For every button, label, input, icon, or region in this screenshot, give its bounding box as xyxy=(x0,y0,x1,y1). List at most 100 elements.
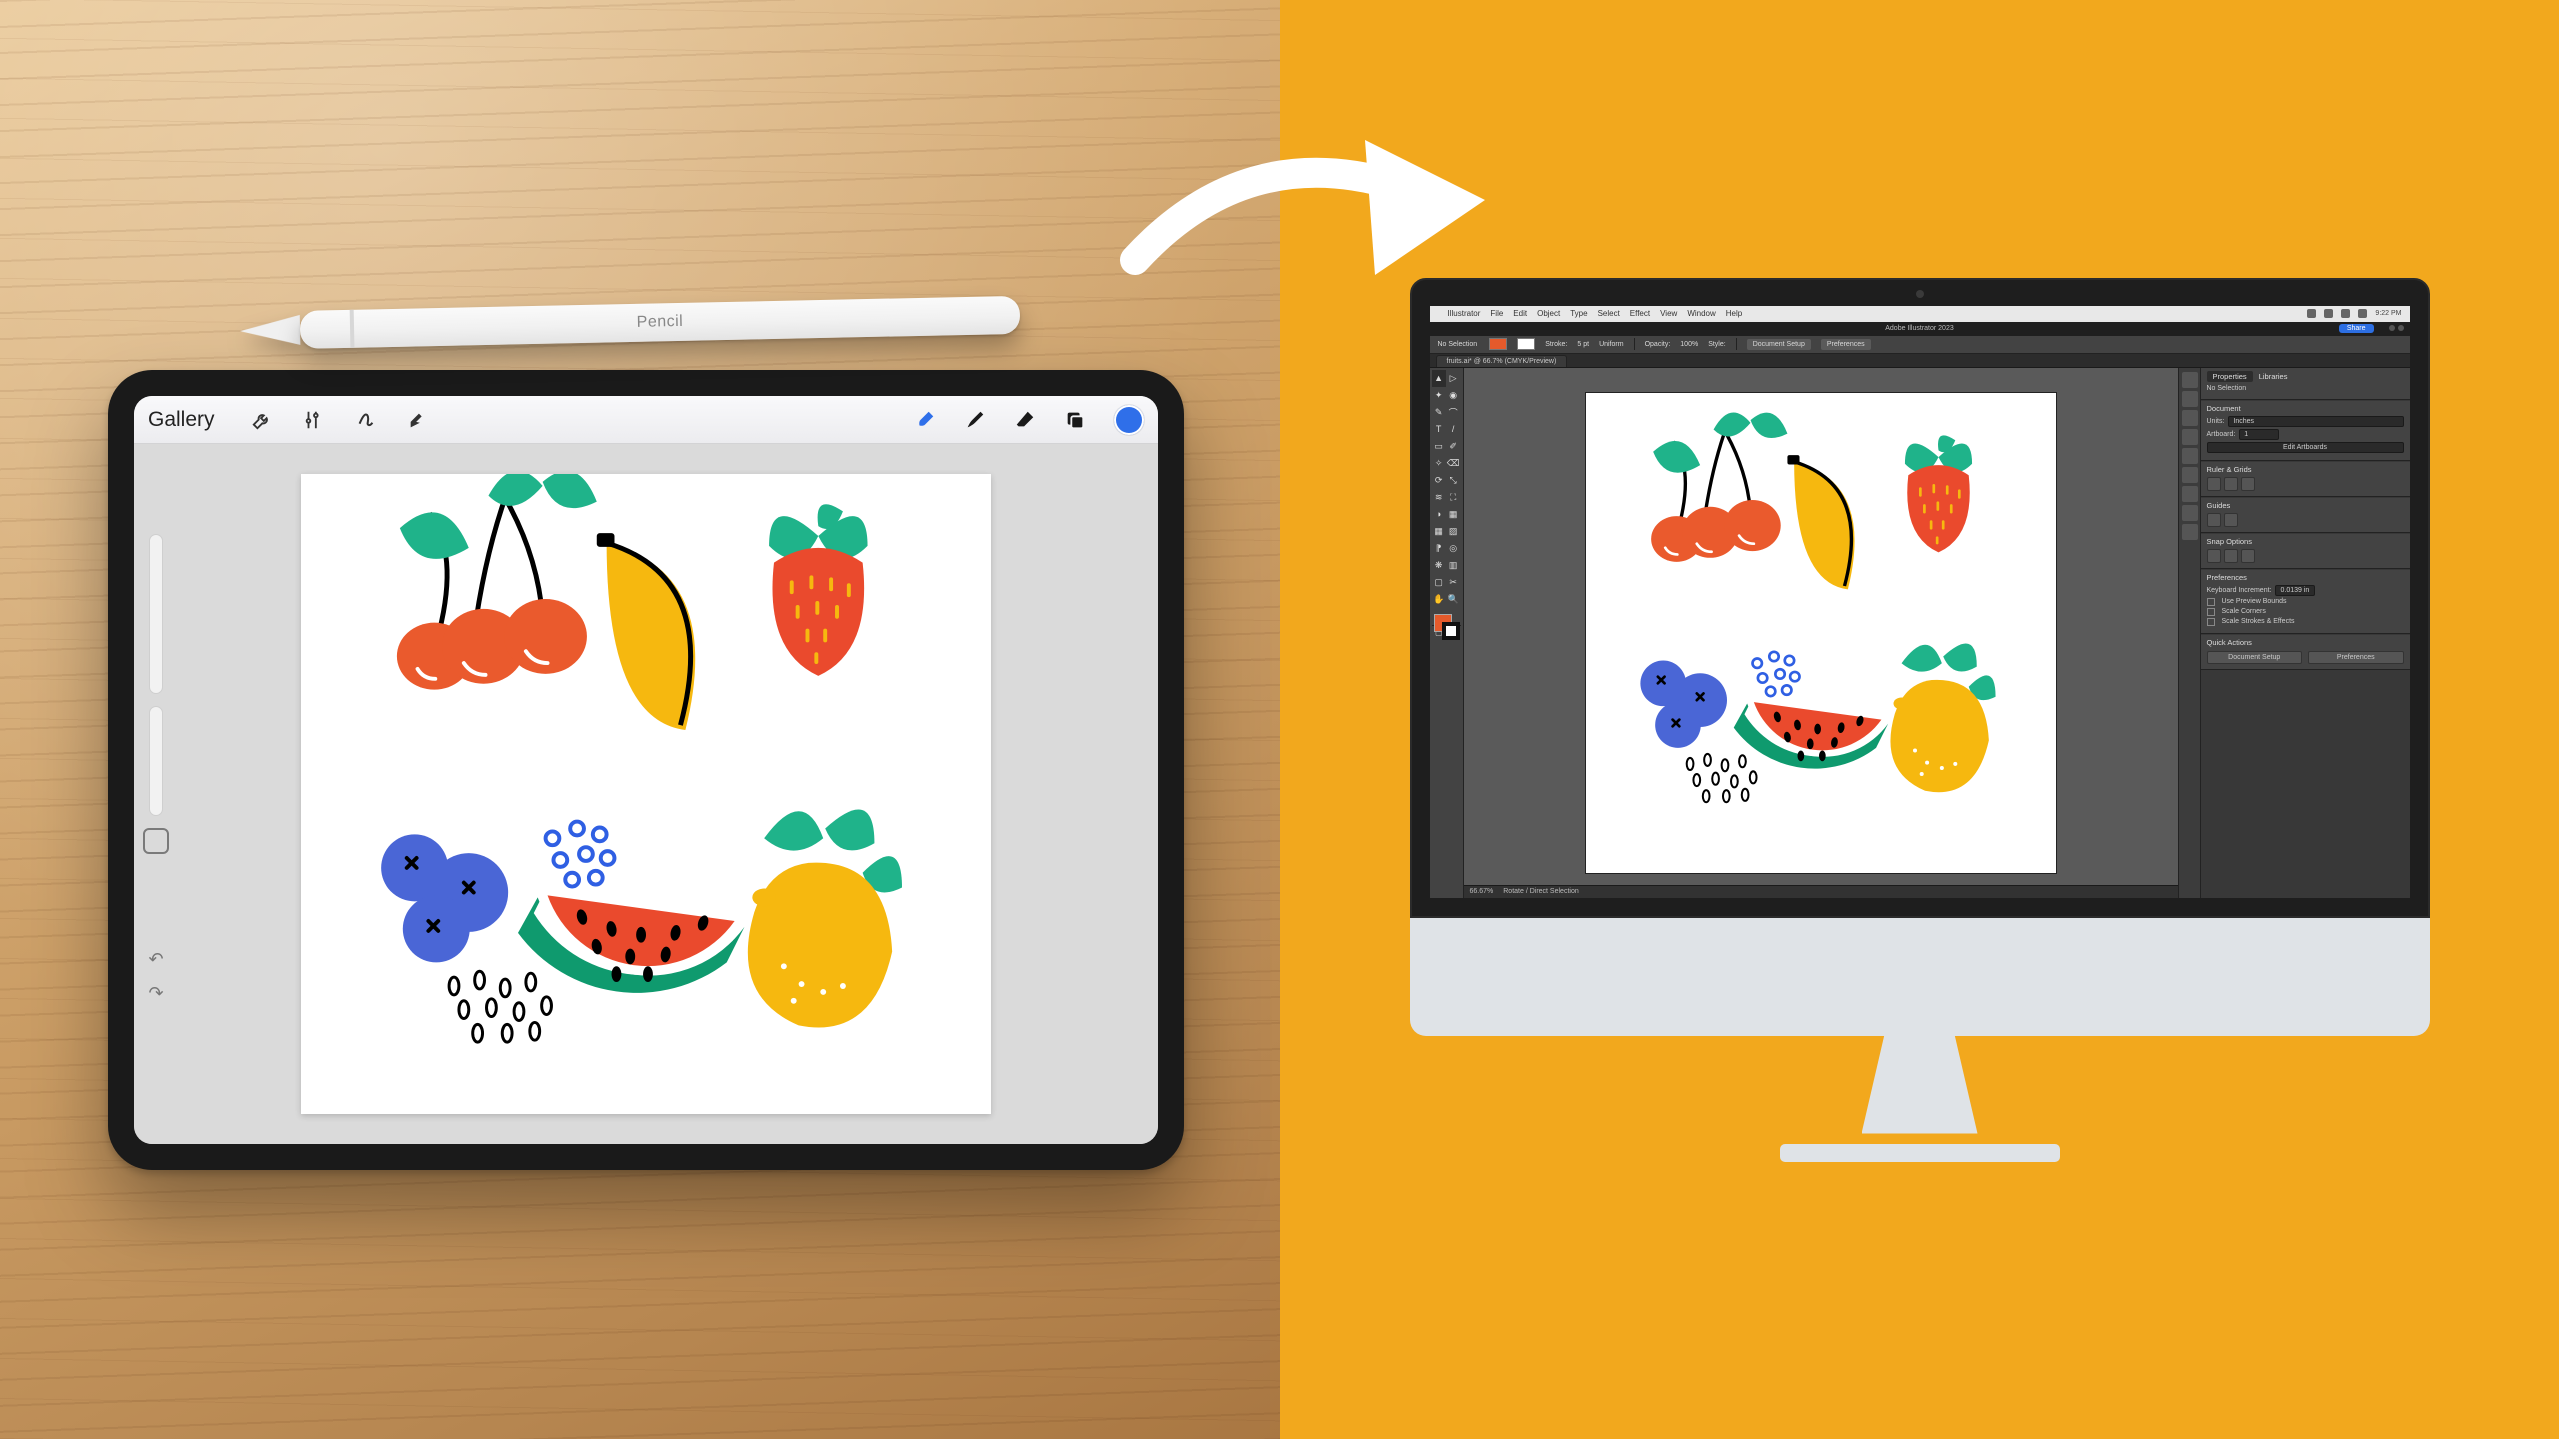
color-picker-dot[interactable] xyxy=(1114,405,1144,435)
eraser-icon[interactable] xyxy=(1014,409,1036,431)
properties-panel[interactable]: Properties Libraries No Selection xyxy=(2201,368,2410,400)
preferences-button[interactable]: Preferences xyxy=(1821,339,1871,350)
artboard-tool-icon[interactable]: ▢ xyxy=(1432,574,1446,591)
hand-tool-icon[interactable]: ✋ xyxy=(1432,591,1446,608)
procreate-canvas[interactable] xyxy=(301,474,991,1114)
brush-opacity-slider[interactable] xyxy=(149,706,163,816)
edit-artboards-button[interactable]: Edit Artboards xyxy=(2207,442,2404,453)
menu-item[interactable]: Help xyxy=(1726,309,1742,318)
redo-icon[interactable]: ↷ xyxy=(145,982,167,1004)
magic-wand-icon[interactable]: ✦ xyxy=(1432,387,1446,404)
menu-item[interactable]: Object xyxy=(1537,309,1560,318)
gradient-panel-icon[interactable] xyxy=(2182,467,2198,483)
swatches-panel-icon[interactable] xyxy=(2182,391,2198,407)
curvature-tool-icon[interactable]: ⌒ xyxy=(1446,404,1461,421)
stroke-profile[interactable]: Uniform xyxy=(1599,341,1624,348)
pen-tool-icon[interactable]: ✎ xyxy=(1432,404,1446,421)
stroke-weight-field[interactable]: 5 pt xyxy=(1577,341,1589,348)
keyboard-inc-field[interactable]: 0.0139 in xyxy=(2275,585,2315,596)
rotate-tool-icon[interactable]: ⟳ xyxy=(1432,472,1446,489)
preferences-button[interactable]: Preferences xyxy=(2308,651,2404,664)
brush-size-slider[interactable] xyxy=(149,534,163,694)
procreate-workspace[interactable]: ↶ ↷ xyxy=(134,444,1158,1144)
selection-icon[interactable] xyxy=(355,409,377,431)
brushes-panel-icon[interactable] xyxy=(2182,410,2198,426)
menu-item[interactable]: Effect xyxy=(1630,309,1650,318)
menu-item[interactable]: Select xyxy=(1598,309,1620,318)
document-tab[interactable]: fruits.ai* @ 66.7% (CMYK/Preview) xyxy=(1436,355,1568,367)
snap-pixel-icon[interactable] xyxy=(2207,549,2221,563)
scale-tool-icon[interactable]: ⤡ xyxy=(1446,472,1461,489)
width-tool-icon[interactable]: ≋ xyxy=(1432,489,1446,506)
graph-tool-icon[interactable]: ▥ xyxy=(1446,557,1461,574)
shape-builder-icon[interactable]: ◑ xyxy=(1432,506,1446,523)
checkbox[interactable] xyxy=(2207,618,2215,626)
pref-option[interactable]: Scale Strokes & Effects xyxy=(2222,618,2295,625)
adjustments-icon[interactable] xyxy=(303,409,325,431)
menu-item[interactable]: Window xyxy=(1687,309,1715,318)
slice-tool-icon[interactable]: ✂ xyxy=(1446,574,1461,591)
artboard-field[interactable]: 1 xyxy=(2239,429,2279,440)
libraries-tab[interactable]: Libraries xyxy=(2259,372,2288,381)
units-field[interactable]: Inches xyxy=(2228,416,2403,427)
show-guides-icon[interactable] xyxy=(2207,513,2221,527)
perspective-icon[interactable]: ▦ xyxy=(1446,506,1461,523)
checkbox[interactable] xyxy=(2207,608,2215,616)
workspace-icon[interactable] xyxy=(2398,325,2404,331)
gradient-tool-icon[interactable]: ▨ xyxy=(1446,523,1461,540)
snap-grid-icon[interactable] xyxy=(2241,549,2255,563)
menu-item[interactable]: Illustrator xyxy=(1448,309,1481,318)
direct-selection-tool-icon[interactable]: ▷ xyxy=(1446,370,1461,387)
transform-icon[interactable] xyxy=(407,409,429,431)
stroke-swatch[interactable] xyxy=(1517,338,1535,350)
layers-icon[interactable] xyxy=(1064,409,1086,431)
share-button[interactable]: Share xyxy=(2339,324,2374,333)
tools-panel[interactable]: ▲ ▷ ✦ ◉ ✎ ⌒ T / ▭ ✐ ✧ ⌫ ⟳ ⤡ ≋ xyxy=(1430,368,1464,898)
zoom-tool-icon[interactable]: 🔍 xyxy=(1446,591,1461,608)
brush-tool-icon[interactable]: ✐ xyxy=(1446,438,1461,455)
eyedropper-icon[interactable]: ⁋ xyxy=(1432,540,1446,557)
smudge-icon[interactable] xyxy=(964,409,986,431)
properties-tab[interactable]: Properties xyxy=(2207,371,2253,382)
blend-tool-icon[interactable]: ◎ xyxy=(1446,540,1461,557)
doc-setup-button[interactable]: Document Setup xyxy=(1747,339,1811,350)
transparency-panel-icon[interactable] xyxy=(2182,486,2198,502)
brush-icon[interactable] xyxy=(914,409,936,431)
ruler-icon[interactable] xyxy=(2207,477,2221,491)
pref-option[interactable]: Scale Corners xyxy=(2222,608,2266,615)
symbol-spray-icon[interactable]: ❋ xyxy=(1432,557,1446,574)
control-bar[interactable]: No Selection Stroke: 5 pt Uniform Opacit… xyxy=(1430,336,2410,354)
shaper-tool-icon[interactable]: ✧ xyxy=(1432,455,1446,472)
eraser-tool-icon[interactable]: ⌫ xyxy=(1446,455,1461,472)
menu-item[interactable]: View xyxy=(1660,309,1677,318)
menu-item[interactable]: Type xyxy=(1570,309,1587,318)
stroke-panel-icon[interactable] xyxy=(2182,448,2198,464)
collapsed-panels-dock[interactable] xyxy=(2178,368,2200,898)
zoom-level[interactable]: 66.67% xyxy=(1470,888,1494,895)
line-tool-icon[interactable]: / xyxy=(1446,421,1461,438)
fill-stroke-control[interactable] xyxy=(1432,612,1461,644)
layers-panel-icon[interactable] xyxy=(2182,524,2198,540)
checkbox[interactable] xyxy=(2207,598,2215,606)
mesh-tool-icon[interactable]: ▦ xyxy=(1432,523,1446,540)
search-icon[interactable] xyxy=(2389,325,2395,331)
transparency-grid-icon[interactable] xyxy=(2241,477,2255,491)
modify-button[interactable] xyxy=(143,828,169,854)
opacity-field[interactable]: 100% xyxy=(1680,341,1698,348)
free-transform-icon[interactable]: ⛶ xyxy=(1446,489,1461,506)
illustrator-artboard[interactable] xyxy=(1586,393,2056,873)
grid-icon[interactable] xyxy=(2224,477,2238,491)
rectangle-tool-icon[interactable]: ▭ xyxy=(1432,438,1446,455)
pref-option[interactable]: Use Preview Bounds xyxy=(2222,598,2287,605)
snap-point-icon[interactable] xyxy=(2224,549,2238,563)
doc-setup-button[interactable]: Document Setup xyxy=(2207,651,2303,664)
fill-swatch[interactable] xyxy=(1489,338,1507,350)
symbols-panel-icon[interactable] xyxy=(2182,429,2198,445)
wrench-icon[interactable] xyxy=(251,409,273,431)
menu-item[interactable]: Edit xyxy=(1513,309,1527,318)
lock-guides-icon[interactable] xyxy=(2224,513,2238,527)
gallery-button[interactable]: Gallery xyxy=(148,408,215,432)
color-panel-icon[interactable] xyxy=(2182,372,2198,388)
menu-item[interactable]: File xyxy=(1490,309,1503,318)
document-tabs[interactable]: fruits.ai* @ 66.7% (CMYK/Preview) xyxy=(1430,354,2410,368)
